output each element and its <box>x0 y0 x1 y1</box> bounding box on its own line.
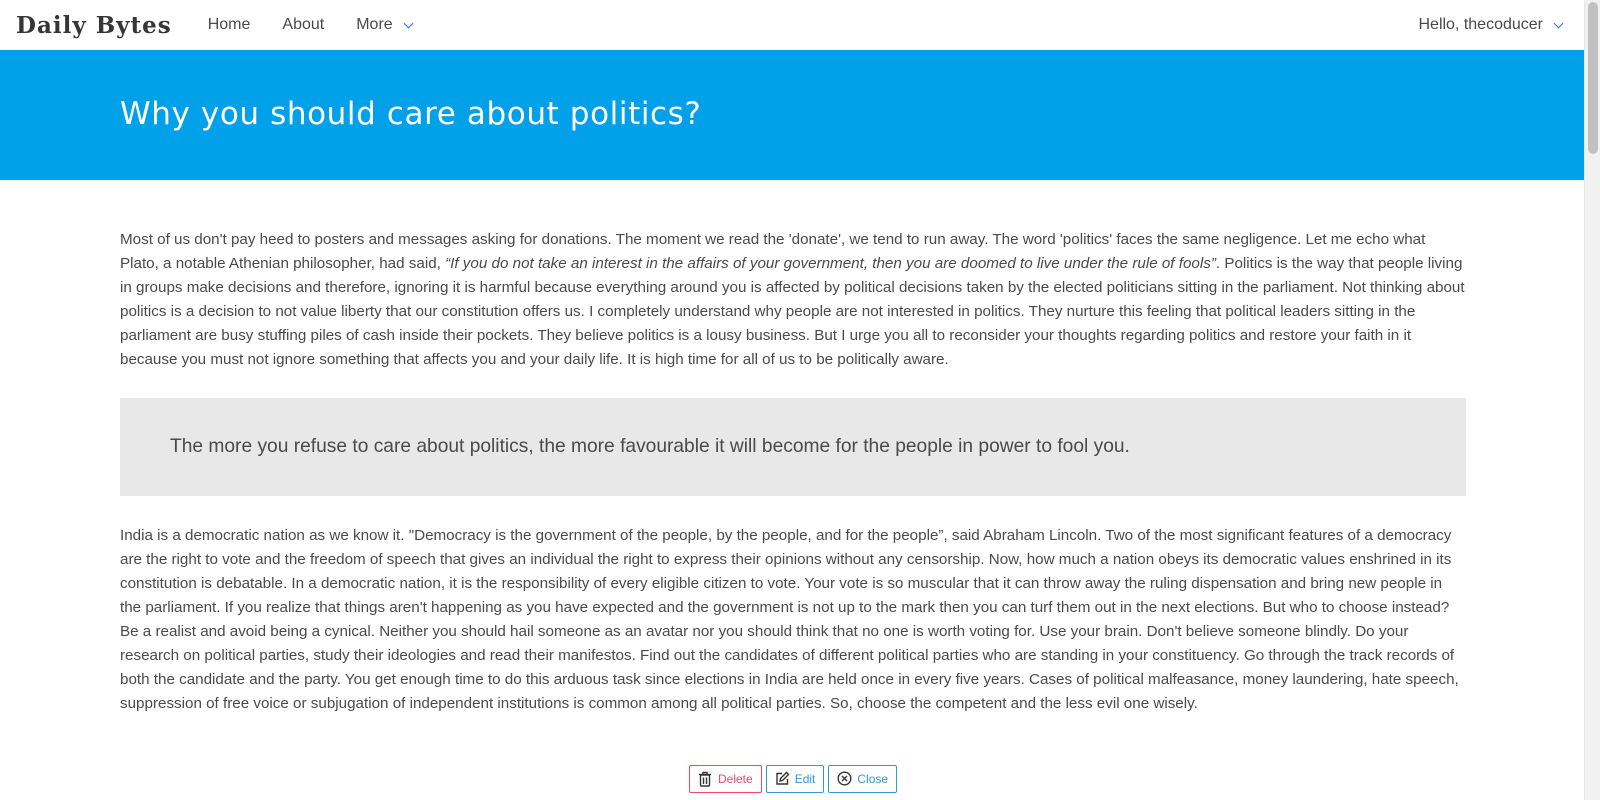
nav-about[interactable]: About <box>266 0 340 50</box>
nav-more-dropdown[interactable]: More <box>340 0 427 50</box>
edit-icon <box>775 771 790 787</box>
nav-about-label: About <box>282 16 325 33</box>
plato-quote: “If you do not take an interest in the a… <box>445 255 1216 272</box>
user-menu-dropdown[interactable]: Hello, thecoducer <box>1402 0 1578 50</box>
article-paragraph-1: Most of us don't pay heed to posters and… <box>120 228 1466 372</box>
page-title: Why you should care about politics? <box>120 96 702 132</box>
delete-button-label: Delete <box>718 772 753 786</box>
brand-logo[interactable]: Daily Bytes <box>16 12 172 39</box>
top-navbar: Daily Bytes Home About More Hello, theco… <box>0 0 1584 50</box>
vertical-scrollbar[interactable] <box>1584 0 1600 800</box>
nav-more-label: More <box>356 16 393 33</box>
close-button-label: Close <box>857 772 889 786</box>
edit-button[interactable]: Edit <box>765 765 825 793</box>
chevron-down-icon <box>1553 18 1564 28</box>
blockquote-text: The more you refuse to care about politi… <box>170 436 1130 457</box>
trash-icon <box>698 771 713 787</box>
article-paragraph-2: India is a democratic nation as we know … <box>120 527 1459 712</box>
hero-banner: Why you should care about politics? <box>0 50 1584 180</box>
article-actions: Delete Edit Close <box>689 765 898 793</box>
delete-button[interactable]: Delete <box>689 765 762 793</box>
article-content: Most of us don't pay heed to posters and… <box>120 228 1466 716</box>
scrollbar-thumb[interactable] <box>1588 2 1598 154</box>
nav-home[interactable]: Home <box>192 0 267 50</box>
user-greeting: Hello, thecoducer <box>1418 16 1543 33</box>
edit-button-label: Edit <box>794 772 816 786</box>
close-button[interactable]: Close <box>828 765 898 793</box>
close-circle-icon <box>837 771 852 787</box>
nav-home-label: Home <box>207 16 251 33</box>
blockquote: The more you refuse to care about politi… <box>120 398 1466 496</box>
chevron-down-icon <box>403 18 414 28</box>
